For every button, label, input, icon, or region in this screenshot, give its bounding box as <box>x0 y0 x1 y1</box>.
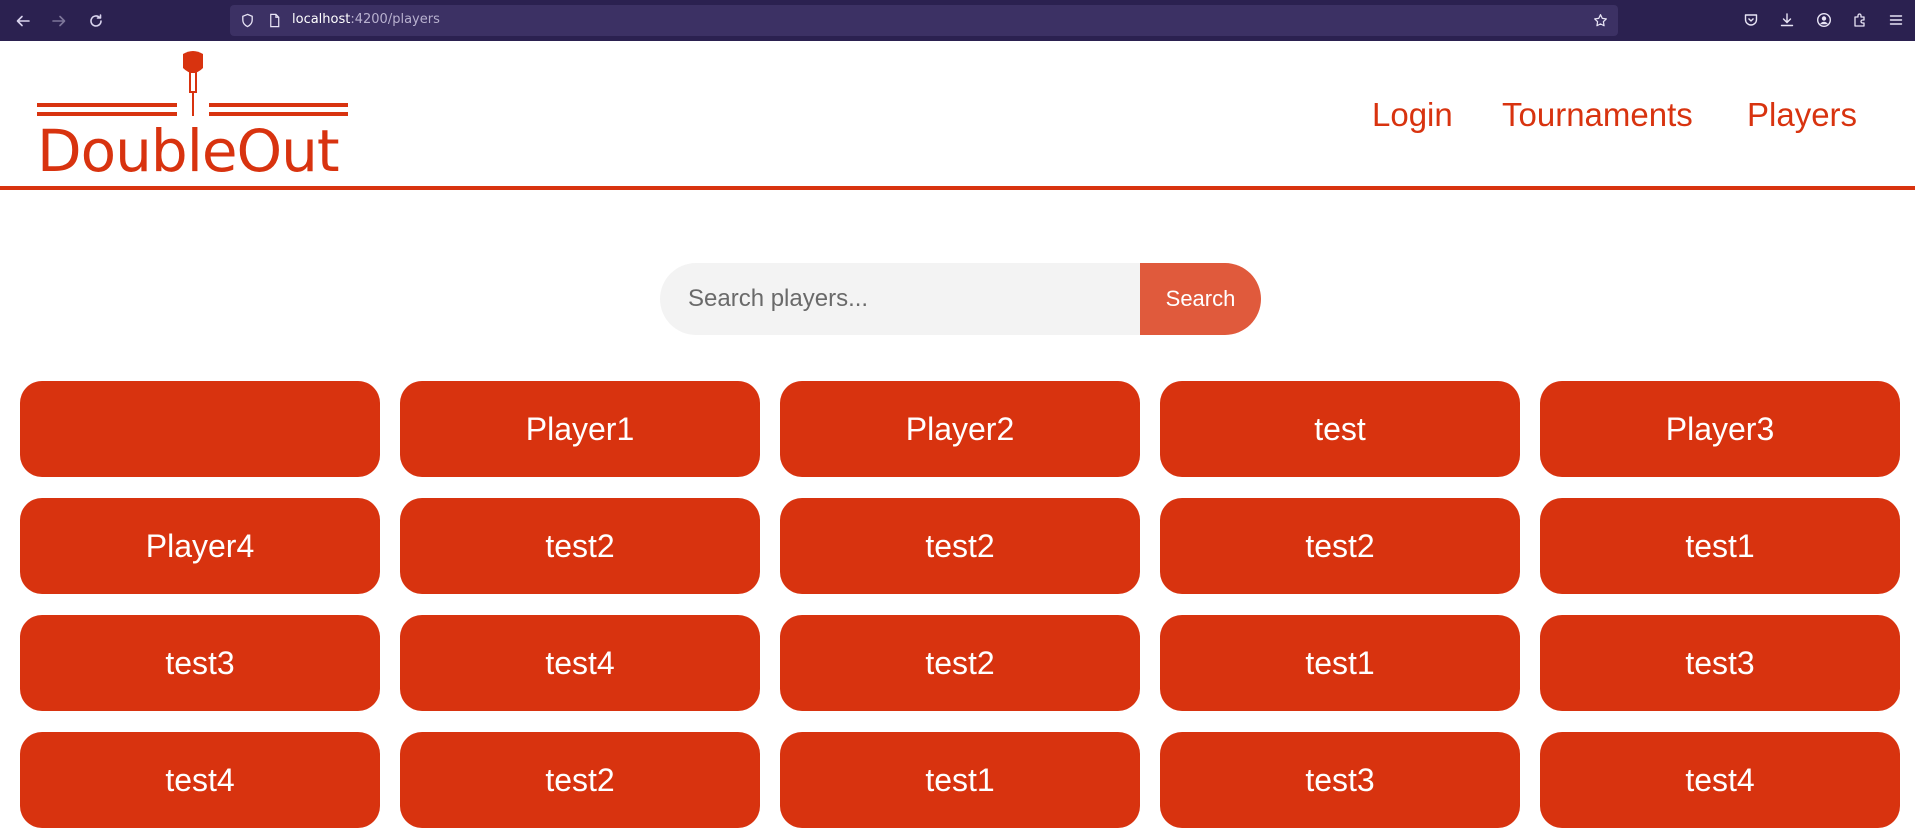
player-card[interactable] <box>20 381 380 477</box>
player-card[interactable]: test3 <box>20 615 380 711</box>
player-card[interactable]: Player4 <box>20 498 380 594</box>
page-icon <box>266 12 283 29</box>
url-text[interactable]: localhost:4200/players <box>292 12 440 27</box>
extensions-icon[interactable] <box>1850 10 1870 30</box>
main-nav: Login Tournaments Players <box>0 95 1915 135</box>
url-host: localhost <box>292 12 351 27</box>
player-list: Player1 Player2 test Player3 Player4 tes… <box>20 381 1900 828</box>
nav-players-link[interactable]: Players <box>1747 95 1857 135</box>
player-search: Search <box>660 263 1261 335</box>
player-card[interactable]: test2 <box>780 498 1140 594</box>
player-card[interactable]: test1 <box>1160 615 1520 711</box>
address-bar[interactable]: localhost:4200/players <box>230 5 1618 36</box>
player-card[interactable]: test3 <box>1540 615 1900 711</box>
account-icon[interactable] <box>1814 10 1834 30</box>
forward-arrow-icon <box>52 15 66 27</box>
shield-icon[interactable] <box>239 12 256 29</box>
reload-icon <box>90 14 102 27</box>
player-card[interactable]: test1 <box>780 732 1140 828</box>
back-button[interactable] <box>10 8 36 34</box>
player-card[interactable]: test2 <box>400 498 760 594</box>
player-card[interactable]: test4 <box>20 732 380 828</box>
player-card[interactable]: test1 <box>1540 498 1900 594</box>
nav-login-link[interactable]: Login <box>1372 95 1453 135</box>
player-card[interactable]: test2 <box>400 732 760 828</box>
player-card[interactable]: test4 <box>400 615 760 711</box>
player-card[interactable]: Player3 <box>1540 381 1900 477</box>
player-card[interactable]: test3 <box>1160 732 1520 828</box>
back-arrow-icon <box>16 15 30 27</box>
player-card[interactable]: test4 <box>1540 732 1900 828</box>
url-path: :4200/players <box>350 12 440 27</box>
header-divider <box>0 186 1915 190</box>
player-card[interactable]: test2 <box>780 615 1140 711</box>
search-input[interactable] <box>660 263 1140 335</box>
menu-icon[interactable] <box>1886 10 1906 30</box>
player-card[interactable]: test <box>1160 381 1520 477</box>
bookmark-star-icon[interactable] <box>1592 12 1609 29</box>
player-card[interactable]: test2 <box>1160 498 1520 594</box>
download-icon[interactable] <box>1777 10 1797 30</box>
forward-button[interactable] <box>46 8 72 34</box>
search-button[interactable]: Search <box>1140 263 1261 335</box>
nav-tournaments-link[interactable]: Tournaments <box>1502 95 1693 135</box>
player-card[interactable]: Player1 <box>400 381 760 477</box>
reload-button[interactable] <box>83 8 109 34</box>
pocket-icon[interactable] <box>1741 10 1761 30</box>
browser-toolbar: localhost:4200/players <box>0 0 1915 41</box>
player-card[interactable]: Player2 <box>780 381 1140 477</box>
